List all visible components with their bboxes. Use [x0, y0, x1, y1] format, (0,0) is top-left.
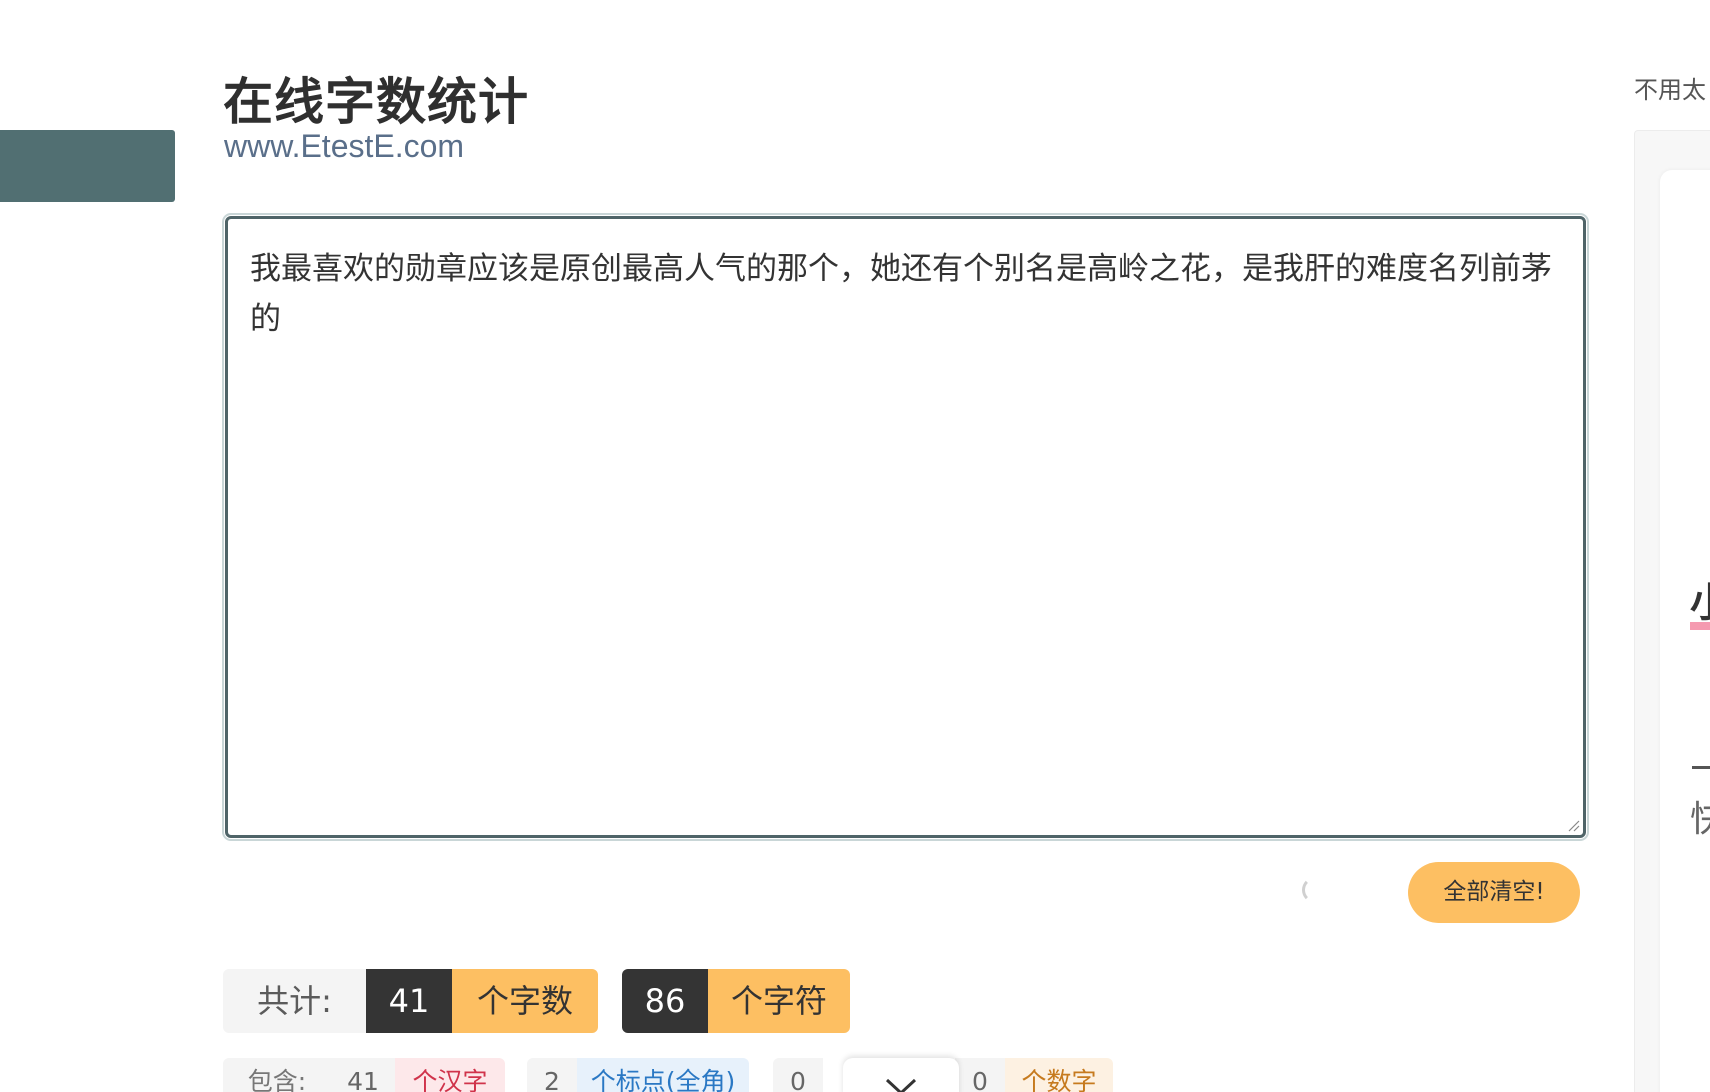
hanzi-count-unit: 个汉字: [395, 1058, 505, 1092]
char-count-unit: 个字符: [708, 969, 850, 1033]
char-count-value: 86: [622, 969, 708, 1033]
sidebar-card-heading: 小: [1690, 570, 1710, 628]
collapse-toggle-button[interactable]: [843, 1058, 959, 1092]
breakdown-label: 包含:: [223, 1058, 331, 1092]
word-count-value: 41: [366, 969, 452, 1033]
text-input-value: 我最喜欢的勋章应该是原创最高人气的那个，她还有个别名是高岭之花，是我肝的难度名列…: [250, 251, 1552, 337]
sidebar-tagline: 不用太: [1634, 76, 1706, 104]
punct-count-unit: 个标点(全角): [577, 1058, 749, 1092]
punct-count-value: 2: [527, 1058, 577, 1092]
chevron-down-icon: [885, 1078, 917, 1092]
clear-all-button[interactable]: 全部清空!: [1408, 862, 1580, 923]
text-editor-frame: 我最喜欢的勋章应该是原创最高人气的那个，她还有个别名是高岭之花，是我肝的难度名列…: [222, 213, 1589, 841]
hidden-count-value: 0: [773, 1058, 823, 1092]
spinner-icon: [1302, 877, 1328, 903]
sidebar-card-underline: [1690, 622, 1710, 630]
sidebar-card: [1660, 170, 1710, 1092]
sidebar-card-divider: [1692, 766, 1710, 769]
hanzi-count-value: 41: [331, 1058, 395, 1092]
word-count-unit: 个字数: [452, 969, 598, 1033]
resize-grip-icon[interactable]: [1566, 818, 1580, 832]
text-input-area[interactable]: 我最喜欢的勋章应该是原创最高人气的那个，她还有个别名是高岭之花，是我肝的难度名列…: [225, 216, 1586, 838]
total-label: 共计:: [223, 969, 366, 1033]
sidebar-card-text: 快: [1690, 799, 1710, 840]
page-title: 在线字数统计: [223, 73, 529, 131]
digit-count-unit: 个数字: [1005, 1058, 1113, 1092]
site-url[interactable]: www.EtestE.com: [224, 128, 464, 165]
side-nav-tab[interactable]: [0, 130, 175, 202]
digit-count-value: 0: [955, 1058, 1005, 1092]
